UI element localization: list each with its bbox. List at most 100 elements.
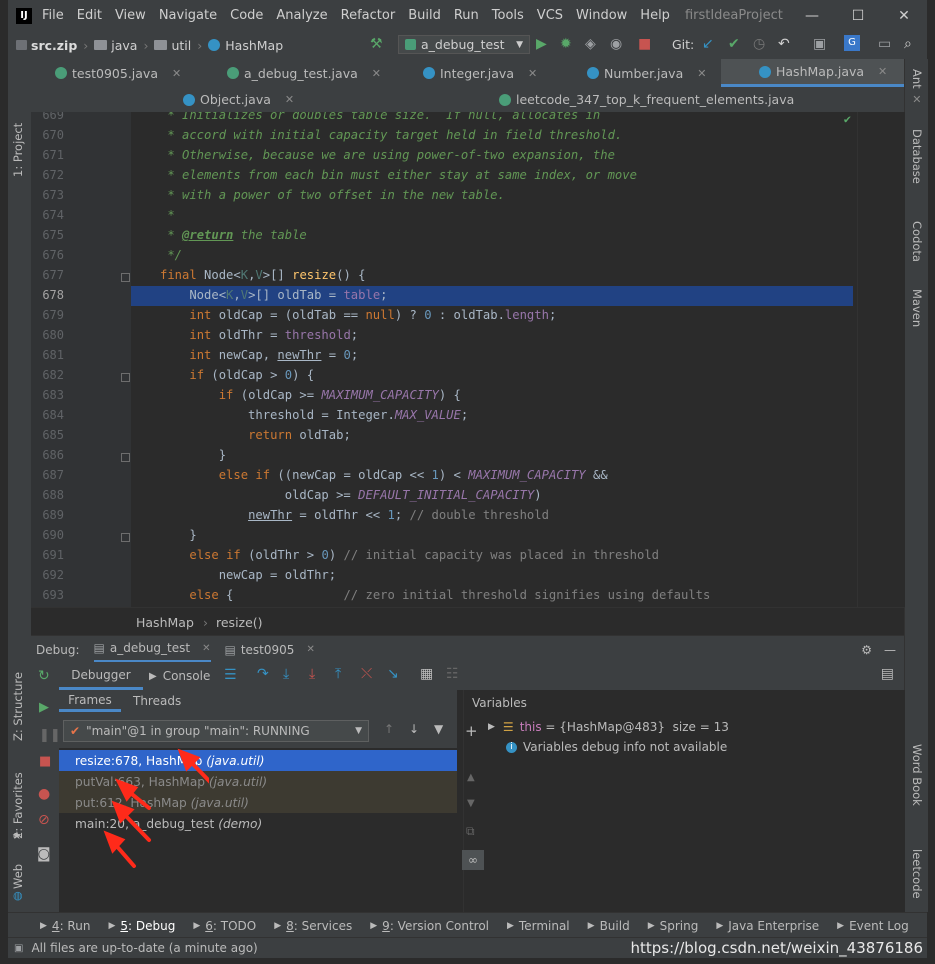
run-to-cursor-icon[interactable]: ↘ <box>387 666 399 682</box>
tab-console[interactable]: ▶ Console <box>149 662 210 690</box>
force-step-into-icon[interactable]: ⤓ <box>309 666 315 682</box>
tab-frames[interactable]: Frames <box>59 690 121 712</box>
close-icon[interactable]: ✕ <box>697 67 706 80</box>
line-number[interactable]: 690 <box>31 528 64 542</box>
menu-view[interactable]: View <box>115 8 146 23</box>
editor-minimap-scrollbar[interactable] <box>857 112 905 607</box>
code-line[interactable]: */ <box>160 248 182 262</box>
project-tool-tab[interactable]: 1: Project <box>11 123 25 177</box>
code-line[interactable]: int newCap, newThr = 0; <box>160 348 358 362</box>
menu-tools[interactable]: Tools <box>492 8 524 23</box>
close-icon[interactable]: ✕ <box>878 65 887 78</box>
show-execution-point-icon[interactable]: ☰ <box>224 667 237 683</box>
bottom-tool-javaenterprise[interactable]: ▶ Java Enterprise <box>716 919 819 933</box>
menu-help[interactable]: Help <box>640 8 670 23</box>
close-icon[interactable]: ✕ <box>306 644 314 655</box>
view-breakpoints-icon[interactable]: ● <box>38 786 50 802</box>
tab-number[interactable]: Number.java ✕ <box>587 59 706 87</box>
code-line[interactable]: Node<K,V>[] oldTab = table; <box>160 288 387 302</box>
add-watch-icon[interactable]: + <box>465 722 478 740</box>
fold-marker-icon[interactable] <box>121 453 130 462</box>
bottom-tool-run[interactable]: ▶ 4: Run <box>40 919 90 933</box>
line-number[interactable]: 685 <box>31 428 64 442</box>
line-number[interactable]: 689 <box>31 508 64 522</box>
debug-bug-icon[interactable]: ✹ <box>560 36 572 52</box>
menu-edit[interactable]: Edit <box>77 8 102 23</box>
line-number[interactable]: 691 <box>31 548 64 562</box>
menu-navigate[interactable]: Navigate <box>159 8 217 23</box>
line-number[interactable]: 677 <box>31 268 64 282</box>
tab-hashmap[interactable]: HashMap.java ✕ <box>721 59 904 87</box>
debug-session-tab-test0905[interactable]: ▤ test0905 ✕ <box>225 643 315 657</box>
code-line[interactable]: threshold = Integer.MAX_VALUE; <box>160 408 468 422</box>
code-line[interactable]: else if (oldThr > 0) // initial capacity… <box>160 548 659 562</box>
show-watches-icon[interactable]: ∞ <box>462 850 484 870</box>
coverage-icon[interactable]: ◈ <box>585 36 596 52</box>
project-structure-icon[interactable]: ▣ <box>813 36 826 52</box>
breadcrumb-jar[interactable]: src.zip <box>31 38 77 53</box>
variable-row[interactable]: ▶ ☰ this = {HashMap@483} size = 13 <box>488 720 729 734</box>
code-line[interactable]: } <box>160 528 196 542</box>
tab-debugger[interactable]: Debugger <box>59 662 143 690</box>
bottom-tool-debug[interactable]: ▶ 5: Debug <box>108 919 175 933</box>
code-line[interactable]: int oldCap = (oldTab == null) ? 0 : oldT… <box>160 308 556 322</box>
stop-icon[interactable]: ■ <box>638 36 651 52</box>
step-into-icon[interactable]: ⤓ <box>283 666 289 682</box>
git-rollback-icon[interactable]: ↶ <box>778 36 790 52</box>
code-line[interactable]: * Otherwise, because we are using power-… <box>160 148 615 162</box>
code-line[interactable]: else if ((newCap = oldCap << 1) < MAXIMU… <box>160 468 608 482</box>
line-number[interactable]: 671 <box>31 148 64 162</box>
camera-icon[interactable]: ◙ <box>37 846 51 862</box>
menu-window[interactable]: Window <box>576 8 627 23</box>
editor-breadcrumb-class[interactable]: HashMap <box>136 615 194 630</box>
bottom-tool-eventlog[interactable]: ▶ Event Log <box>837 919 909 933</box>
breadcrumb-folder-java[interactable]: java <box>111 38 137 53</box>
hide-panel-icon[interactable]: — <box>884 643 896 657</box>
previous-frame-icon[interactable]: ↑ <box>384 722 394 736</box>
fold-marker-icon[interactable] <box>121 373 130 382</box>
search-everywhere-icon[interactable]: ⌕ <box>904 36 912 52</box>
line-number[interactable]: 686 <box>31 448 64 462</box>
bottom-tool-todo[interactable]: ▶ 6: TODO <box>193 919 256 933</box>
line-number[interactable]: 674 <box>31 208 64 222</box>
trace-icon[interactable]: ☷ <box>446 666 459 682</box>
ant-tool-tab[interactable]: Ant <box>910 69 924 89</box>
line-number[interactable]: 669 <box>31 112 64 122</box>
tab-a-debug-test[interactable]: a_debug_test.java ✕ <box>227 59 381 87</box>
bottom-tool-versioncontrol[interactable]: ▶ 9: Version Control <box>370 919 489 933</box>
step-out-icon[interactable]: ⤒ <box>335 666 341 682</box>
line-number[interactable]: 676 <box>31 248 64 262</box>
line-number[interactable]: 683 <box>31 388 64 402</box>
close-icon[interactable]: ✕ <box>202 643 210 654</box>
close-icon[interactable]: ✕ <box>372 67 381 80</box>
git-history-icon[interactable]: ◷ <box>753 36 765 52</box>
code-line[interactable]: * Initializes or doubles table size. If … <box>160 112 600 122</box>
code-line[interactable]: * with a power of two offset in the new … <box>160 188 505 202</box>
drop-frame-icon[interactable]: ⤬ <box>361 666 372 682</box>
fold-marker-icon[interactable] <box>121 273 130 282</box>
tab-leetcode-347[interactable]: leetcode_347_top_k_frequent_elements.jav… <box>499 87 922 112</box>
code-line[interactable]: } <box>160 448 226 462</box>
stop-debug-icon[interactable]: ■ <box>39 754 51 769</box>
maven-tool-tab[interactable]: Maven <box>910 289 924 327</box>
line-number[interactable]: 682 <box>31 368 64 382</box>
next-frame-icon[interactable]: ↓ <box>409 722 419 736</box>
line-number[interactable]: 693 <box>31 588 64 602</box>
menu-refactor[interactable]: Refactor <box>341 8 396 23</box>
tab-threads[interactable]: Threads <box>133 690 181 712</box>
run-config-select[interactable]: a_debug_test ▼ <box>398 35 530 54</box>
tab-integer[interactable]: Integer.java ✕ <box>423 59 537 87</box>
run-icon[interactable]: ▶ <box>536 36 547 52</box>
code-line[interactable]: newThr = oldThr << 1; // double threshol… <box>160 508 549 522</box>
code-line[interactable]: return oldTab; <box>160 428 351 442</box>
code-line[interactable]: * elements from each bin must either sta… <box>160 168 637 182</box>
bottom-tool-build[interactable]: ▶ Build <box>588 919 630 933</box>
line-number[interactable]: 675 <box>31 228 64 242</box>
code-line[interactable]: if (oldCap > 0) { <box>160 368 314 382</box>
bottom-tool-spring[interactable]: ▶ Spring <box>648 919 699 933</box>
pause-icon[interactable]: ❚❚ <box>39 728 61 743</box>
code-editor[interactable]: 669 670 671 672 673 674 675 676 677 678 679 680 681 6… <box>31 112 857 607</box>
codota-tool-tab[interactable]: Codota <box>910 221 924 262</box>
mute-breakpoints-icon[interactable]: ⊘ <box>38 812 50 828</box>
code-line[interactable]: else { // zero initial threshold signifi… <box>160 588 710 602</box>
